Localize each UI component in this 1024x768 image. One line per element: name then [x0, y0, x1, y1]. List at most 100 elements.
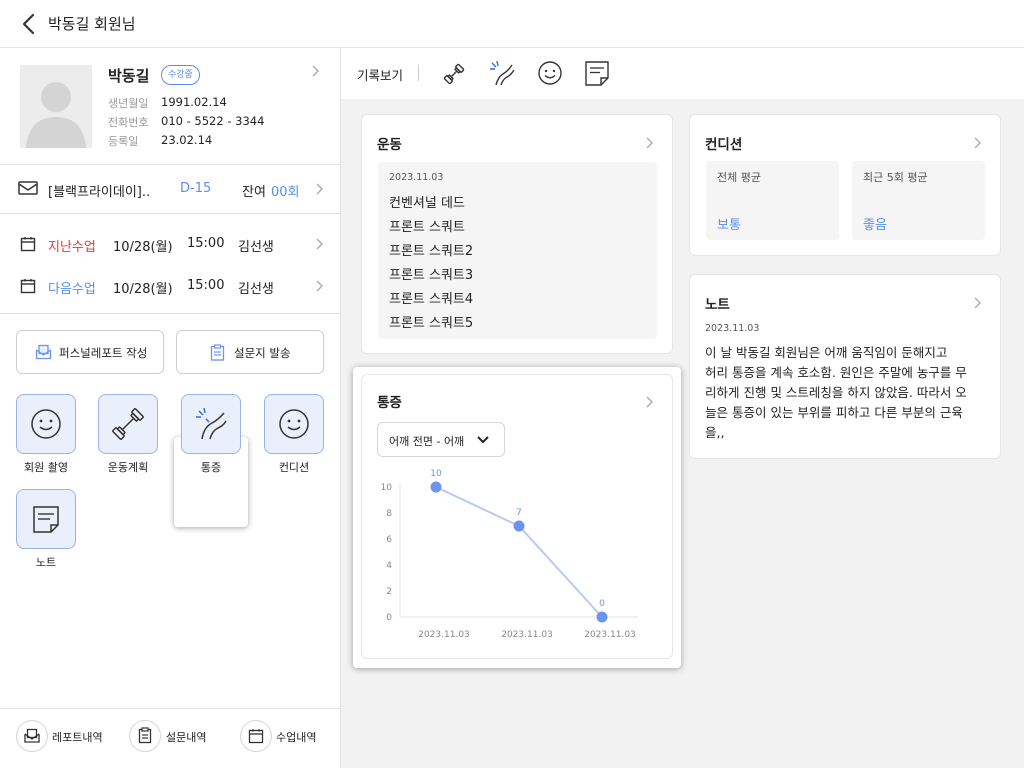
remain-label: 잔여 — [242, 185, 266, 200]
calendar-icon — [240, 720, 272, 752]
tile-condition-box — [264, 394, 324, 454]
tile-workout-plan-label: 운동계획 — [107, 461, 149, 474]
next-lesson-time: 15:00 — [187, 278, 225, 293]
y-tick-label: 10 — [381, 483, 393, 493]
pain-chart: 0 2 4 6 8 10 2023.11.03 2023.11.03 2023.11.03 10 7… — [362, 461, 662, 651]
pain-card-title: 통증 — [377, 395, 402, 411]
past-lesson-row[interactable]: 지난수업 10/28(월) 15:00 김선생 — [0, 226, 340, 262]
phone-value: 010 - 5522 - 3344 — [161, 114, 265, 128]
tile-photo-box — [16, 394, 76, 454]
overall-average-box: 전체 평균 보통 — [706, 161, 839, 240]
member-sidebar: 박동길 수강중 생년월일 1991.02.14 전화번호 010 - 5522 … — [0, 48, 341, 768]
condition-card[interactable]: 컨디션 전체 평균 보통 최근 5회 평균 좋음 — [689, 114, 1001, 256]
exercise-item: 프론트 스쿼트5 — [389, 316, 474, 331]
tile-note[interactable]: 노트 — [6, 489, 86, 573]
ticket-dday: D-15 — [180, 181, 212, 196]
body-part-select-value: 어깨 전면 - 어깨 — [389, 435, 465, 448]
recent-average-box: 최근 5회 평균 좋음 — [852, 161, 985, 240]
note-body: 이 날 박동길 회원님은 어깨 움직임이 둔해지고 허리 통증을 계속 호소함.… — [705, 343, 995, 443]
smiley-icon — [31, 409, 61, 439]
body-part-select[interactable]: 어깨 전면 - 어깨 — [377, 422, 505, 457]
note-line: 늘은 통증이 있는 부위를 피하고 다른 부분의 근육 — [705, 405, 963, 420]
ticket-chevron-icon — [314, 182, 324, 196]
note-line: 이 날 박동길 회원님은 어깨 움직임이 둔해지고 — [705, 345, 948, 360]
overall-average-value: 보통 — [717, 218, 741, 233]
send-survey-label: 설문지 발송 — [234, 346, 291, 360]
note-line: 리하게 진행 및 스트레칭을 하지 않았음. 따라서 오 — [705, 385, 967, 400]
report-history-icon — [16, 720, 48, 752]
divider — [0, 313, 340, 314]
exercise-list-box: 2023.11.03 컨벤셔널 데드 프론트 스쿼트 프론트 스쿼트2 프론트 … — [378, 162, 657, 339]
remain-count: 00회 — [271, 185, 300, 200]
tile-workout-plan[interactable]: 운동계획 — [88, 394, 168, 478]
note-line: 을,, — [705, 425, 725, 440]
y-tick-label: 8 — [386, 509, 392, 519]
recent-average-label: 최근 5회 평균 — [863, 171, 928, 184]
y-tick-label: 4 — [386, 561, 392, 571]
note-icon[interactable] — [584, 60, 610, 86]
tile-note-label: 노트 — [35, 556, 57, 569]
birth-label: 생년월일 — [108, 97, 149, 110]
data-label: 0 — [599, 599, 605, 609]
clipboard-icon — [210, 344, 225, 361]
chevron-right-icon — [972, 136, 982, 150]
report-icon — [35, 344, 52, 360]
calendar-icon — [20, 278, 36, 294]
x-tick-label: 2023.11.03 — [418, 630, 470, 640]
birth-value: 1991.02.14 — [161, 95, 227, 109]
chevron-right-icon — [972, 296, 982, 310]
status-badge: 수강중 — [161, 65, 200, 85]
x-tick-label: 2023.11.03 — [584, 630, 636, 640]
phone-label: 전화번호 — [108, 116, 149, 129]
toolbar-divider — [418, 65, 419, 81]
chevron-down-icon — [476, 434, 490, 446]
exercise-item: 컨벤셔널 데드 — [389, 196, 465, 211]
write-report-label: 퍼스널레포트 작성 — [59, 346, 148, 360]
dumbbell-icon — [112, 408, 144, 440]
tile-photo[interactable]: 회원 촬영 — [6, 394, 86, 478]
note-line: 허리 통증을 계속 호소함. 원인은 주말에 농구를 무 — [705, 365, 967, 380]
send-survey-button[interactable]: 설문지 발송 — [176, 330, 324, 374]
back-arrow-icon[interactable] — [16, 10, 44, 38]
divider — [0, 213, 340, 214]
exercise-date: 2023.11.03 — [389, 172, 444, 183]
next-lesson-row[interactable]: 다음수업 10/28(월) 15:00 김선생 — [0, 268, 340, 304]
y-tick-label: 6 — [386, 535, 392, 545]
smiley-icon[interactable] — [537, 60, 563, 86]
exercise-item: 프론트 스쿼트4 — [389, 292, 474, 307]
tile-condition-label: 컨디션 — [278, 461, 310, 474]
exercise-card[interactable]: 운동 2023.11.03 컨벤셔널 데드 프론트 스쿼트 프론트 스쿼트2 프… — [361, 114, 673, 354]
x-tick-label: 2023.11.03 — [501, 630, 553, 640]
next-lesson-date: 10/28(월) — [113, 282, 173, 297]
past-lesson-teacher: 김선생 — [238, 240, 274, 255]
tile-condition[interactable]: 컨디션 — [254, 394, 334, 478]
pain-card[interactable]: 통증 어깨 전면 - 어깨 0 2 4 6 8 10 2023.11.03 2023.11.0… — [361, 374, 673, 659]
y-tick-label: 0 — [386, 613, 392, 623]
past-lesson-date: 10/28(월) — [113, 240, 173, 255]
tile-pain[interactable]: 통증 — [171, 394, 251, 478]
tile-pain-box — [181, 394, 241, 454]
ticket-row[interactable]: [블랙프라이데이].. D-15 잔여 00회 — [0, 165, 340, 213]
ticket-name: [블랙프라이데이].. — [48, 185, 151, 200]
ticket-icon — [18, 180, 38, 196]
dumbbell-icon[interactable] — [441, 61, 467, 87]
data-point — [513, 520, 525, 532]
class-history-button[interactable]: 수업내역 — [240, 720, 340, 752]
exercise-item: 프론트 스쿼트3 — [389, 268, 474, 283]
divider — [0, 708, 340, 709]
page-title: 박동길 회원님 — [48, 15, 136, 33]
condition-card-title: 컨디션 — [705, 137, 743, 153]
profile-chevron-icon[interactable] — [310, 64, 320, 78]
report-history-button[interactable]: 레포트내역 — [16, 720, 116, 752]
exercise-card-title: 운동 — [377, 137, 402, 153]
write-report-button[interactable]: 퍼스널레포트 작성 — [16, 330, 164, 374]
survey-history-button[interactable]: 설문내역 — [129, 720, 229, 752]
pain-icon — [196, 407, 227, 440]
note-card[interactable]: 노트 2023.11.03 이 날 박동길 회원님은 어깨 움직임이 둔해지고 … — [689, 274, 1001, 459]
chevron-right-icon — [644, 395, 654, 409]
chevron-right-icon — [644, 136, 654, 150]
tile-pain-label: 통증 — [200, 461, 222, 474]
pain-icon[interactable] — [488, 59, 516, 87]
exercise-item: 프론트 스쿼트2 — [389, 244, 474, 259]
report-history-label: 레포트내역 — [52, 731, 103, 744]
